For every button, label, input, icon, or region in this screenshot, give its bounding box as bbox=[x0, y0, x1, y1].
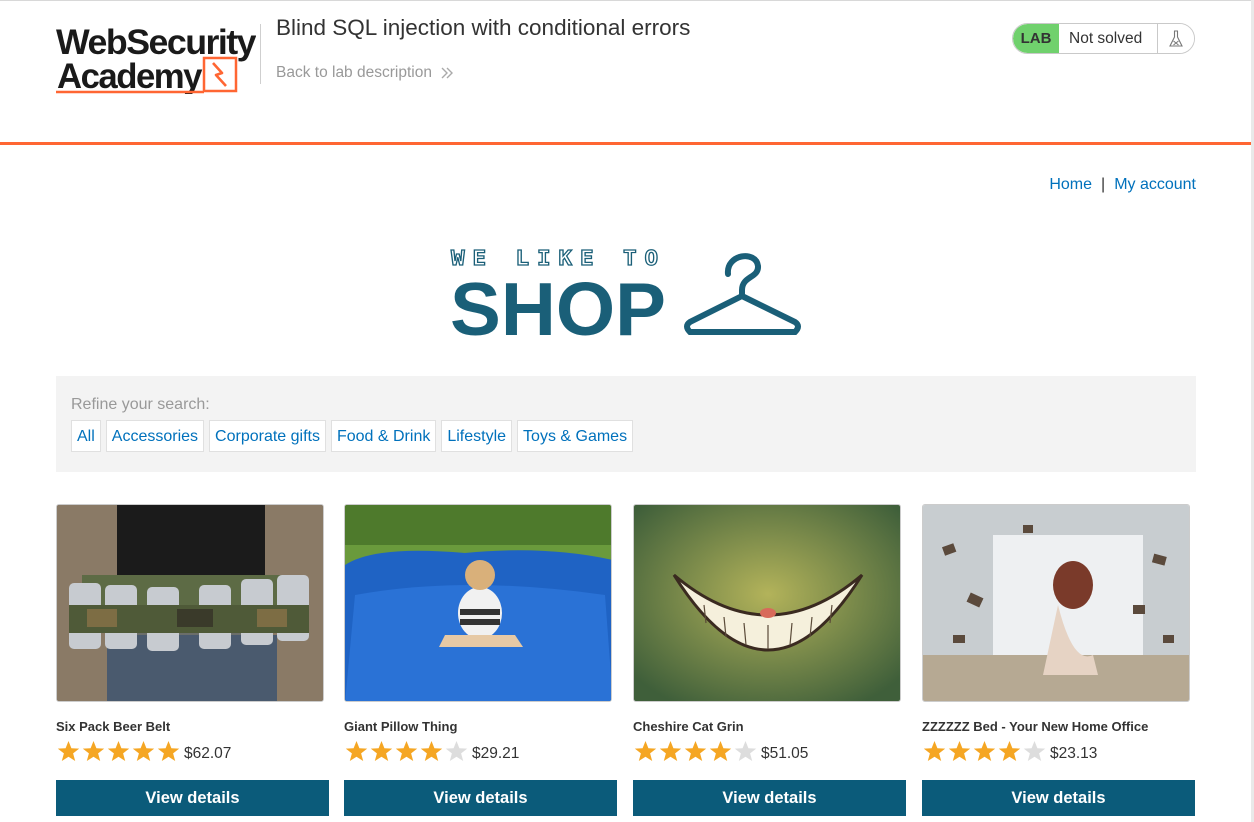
product-card: ZZZZZZ Bed - Your New Home Office $23.13… bbox=[922, 504, 1195, 816]
view-details-button[interactable]: View details bbox=[344, 780, 617, 816]
product-card: Cheshire Cat Grin $51.05 View details bbox=[633, 504, 906, 816]
lab-status-widget: LAB Not solved bbox=[1012, 23, 1195, 54]
star-empty-icon bbox=[445, 741, 468, 761]
back-link-label: Back to lab description bbox=[276, 64, 432, 81]
filter-food-drink[interactable]: Food & Drink bbox=[330, 420, 437, 452]
product-image[interactable] bbox=[633, 504, 901, 702]
view-details-button[interactable]: View details bbox=[922, 780, 1195, 816]
star-filled-icon bbox=[395, 741, 418, 761]
product-price: $62.07 bbox=[184, 745, 232, 762]
star-rating bbox=[344, 740, 469, 762]
star-filled-icon bbox=[948, 741, 971, 761]
star-filled-icon bbox=[659, 741, 682, 761]
product-rating-row: $29.21 bbox=[344, 739, 617, 763]
product-image[interactable] bbox=[922, 504, 1190, 702]
star-filled-icon bbox=[157, 741, 180, 761]
star-filled-icon bbox=[345, 741, 368, 761]
star-rating bbox=[56, 740, 181, 762]
star-filled-icon bbox=[132, 741, 155, 761]
top-border bbox=[0, 0, 1254, 1]
filter-corporate-gifts[interactable]: Corporate gifts bbox=[209, 420, 326, 452]
filter-panel: Refine your search: All Accessories Corp… bbox=[56, 376, 1196, 472]
star-filled-icon bbox=[684, 741, 707, 761]
banner-line2: SHOP bbox=[450, 267, 666, 341]
product-rating-row: $51.05 bbox=[633, 739, 906, 763]
product-price: $23.13 bbox=[1050, 745, 1098, 762]
star-empty-icon bbox=[1023, 741, 1046, 761]
star-filled-icon bbox=[973, 741, 996, 761]
product-rating-row: $62.07 bbox=[56, 739, 329, 763]
star-filled-icon bbox=[57, 741, 80, 761]
double-chevron-right-icon bbox=[440, 66, 454, 80]
lab-badge: LAB bbox=[1013, 24, 1059, 53]
product-image[interactable] bbox=[344, 504, 612, 702]
star-filled-icon bbox=[370, 741, 393, 761]
product-name: ZZZZZZ Bed - Your New Home Office bbox=[922, 719, 1149, 734]
filter-all[interactable]: All bbox=[71, 420, 101, 452]
flask-icon bbox=[1157, 24, 1194, 53]
we-like-to-shop-banner: WE LIKE TO SHOP bbox=[450, 245, 805, 351]
product-card: Six Pack Beer Belt $62.07 View details bbox=[56, 504, 329, 816]
view-details-button[interactable]: View details bbox=[56, 780, 329, 816]
lab-status-text: Not solved bbox=[1059, 24, 1157, 53]
header-divider bbox=[260, 24, 261, 84]
nav-separator: | bbox=[1101, 176, 1106, 193]
filter-label: Refine your search: bbox=[71, 396, 210, 413]
top-navigation: Home | My account bbox=[1049, 176, 1196, 194]
product-price: $29.21 bbox=[472, 745, 520, 762]
home-link[interactable]: Home bbox=[1049, 176, 1092, 193]
product-image[interactable] bbox=[56, 504, 324, 702]
star-rating bbox=[922, 740, 1047, 762]
star-filled-icon bbox=[82, 741, 105, 761]
star-filled-icon bbox=[634, 741, 657, 761]
product-name: Giant Pillow Thing bbox=[344, 719, 458, 734]
header-accent-rule bbox=[0, 142, 1251, 145]
web-security-academy-logo[interactable]: WebSecurity Academy bbox=[56, 22, 256, 94]
filter-lifestyle[interactable]: Lifestyle bbox=[441, 420, 513, 452]
view-details-button[interactable]: View details bbox=[633, 780, 906, 816]
product-name: Six Pack Beer Belt bbox=[56, 719, 171, 734]
category-filters: All Accessories Corporate gifts Food & D… bbox=[71, 420, 638, 452]
my-account-link[interactable]: My account bbox=[1114, 176, 1196, 193]
product-price: $51.05 bbox=[761, 745, 809, 762]
product-rating-row: $23.13 bbox=[922, 739, 1195, 763]
star-rating bbox=[633, 740, 758, 762]
filter-toys-games[interactable]: Toys & Games bbox=[517, 420, 634, 452]
star-filled-icon bbox=[998, 741, 1021, 761]
star-filled-icon bbox=[107, 741, 130, 761]
filter-accessories[interactable]: Accessories bbox=[105, 420, 205, 452]
star-empty-icon bbox=[734, 741, 757, 761]
back-to-lab-description-link[interactable]: Back to lab description bbox=[276, 64, 454, 82]
hanger-icon bbox=[684, 253, 801, 335]
star-filled-icon bbox=[923, 741, 946, 761]
star-filled-icon bbox=[420, 741, 443, 761]
product-card: Giant Pillow Thing $29.21 View details bbox=[344, 504, 617, 816]
logo-text-line2: Academy bbox=[57, 57, 203, 94]
star-filled-icon bbox=[709, 741, 732, 761]
lab-title: Blind SQL injection with conditional err… bbox=[276, 15, 691, 40]
product-name: Cheshire Cat Grin bbox=[633, 719, 744, 734]
